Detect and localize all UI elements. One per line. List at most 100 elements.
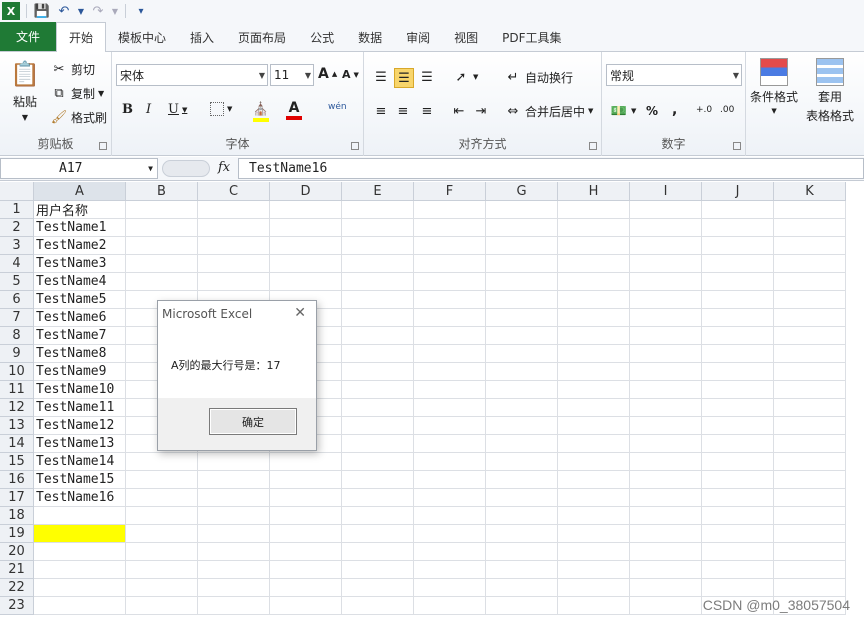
top-align-button[interactable]: ☰	[372, 68, 390, 86]
font-dialog-launcher-icon[interactable]	[351, 142, 359, 150]
cell-j5[interactable]	[702, 273, 774, 291]
cell-f7[interactable]	[414, 309, 486, 327]
cell-j1[interactable]	[702, 201, 774, 219]
cell-k1[interactable]	[774, 201, 846, 219]
row-header-9[interactable]: 9	[0, 345, 34, 363]
row-header-12[interactable]: 12	[0, 399, 34, 417]
cell-h21[interactable]	[558, 561, 630, 579]
align-center-button[interactable]: ≡	[394, 102, 412, 120]
cell-c23[interactable]	[198, 597, 270, 615]
cell-e21[interactable]	[342, 561, 414, 579]
cell-f23[interactable]	[414, 597, 486, 615]
redo-dropdown-icon[interactable]: ▼	[111, 2, 119, 20]
row-header-10[interactable]: 10	[0, 363, 34, 381]
cell-a9[interactable]: TestName8	[34, 345, 126, 363]
cell-i9[interactable]	[630, 345, 702, 363]
row-header-19[interactable]: 19	[0, 525, 34, 543]
wrap-text-button[interactable]: ↵ 自动换行	[504, 68, 573, 86]
cell-d16[interactable]	[270, 471, 342, 489]
row-header-14[interactable]: 14	[0, 435, 34, 453]
cell-k21[interactable]	[774, 561, 846, 579]
accounting-format-button[interactable]: 💵 ▼	[610, 102, 636, 120]
decrease-indent-button[interactable]: ⇤	[450, 102, 468, 120]
row-header-13[interactable]: 13	[0, 417, 34, 435]
cell-g21[interactable]	[486, 561, 558, 579]
tab-formulas[interactable]: 公式	[298, 23, 346, 51]
cell-e17[interactable]	[342, 489, 414, 507]
cell-i2[interactable]	[630, 219, 702, 237]
row-header-21[interactable]: 21	[0, 561, 34, 579]
font-name-select[interactable]: 宋体 ▼	[116, 64, 268, 86]
cell-c21[interactable]	[198, 561, 270, 579]
comma-button[interactable]: ,	[672, 102, 677, 118]
cell-j10[interactable]	[702, 363, 774, 381]
cell-e18[interactable]	[342, 507, 414, 525]
column-header-a[interactable]: A	[34, 182, 126, 201]
tab-review[interactable]: 审阅	[394, 23, 442, 51]
cell-g10[interactable]	[486, 363, 558, 381]
cell-i23[interactable]	[630, 597, 702, 615]
cell-j14[interactable]	[702, 435, 774, 453]
cell-h16[interactable]	[558, 471, 630, 489]
row-header-4[interactable]: 4	[0, 255, 34, 273]
cell-d23[interactable]	[270, 597, 342, 615]
cell-i10[interactable]	[630, 363, 702, 381]
cell-b23[interactable]	[126, 597, 198, 615]
cell-j13[interactable]	[702, 417, 774, 435]
fill-color-button[interactable]: ⛪	[252, 100, 270, 122]
cell-e5[interactable]	[342, 273, 414, 291]
cell-h10[interactable]	[558, 363, 630, 381]
cell-k9[interactable]	[774, 345, 846, 363]
cell-k17[interactable]	[774, 489, 846, 507]
name-box[interactable]: A17 ▼	[0, 158, 158, 179]
cell-b17[interactable]	[126, 489, 198, 507]
row-header-22[interactable]: 22	[0, 579, 34, 597]
cell-a7[interactable]: TestName6	[34, 309, 126, 327]
column-header-j[interactable]: J	[702, 182, 774, 201]
cell-g13[interactable]	[486, 417, 558, 435]
cell-f13[interactable]	[414, 417, 486, 435]
row-header-3[interactable]: 3	[0, 237, 34, 255]
cell-k6[interactable]	[774, 291, 846, 309]
cell-e16[interactable]	[342, 471, 414, 489]
cell-e9[interactable]	[342, 345, 414, 363]
cell-i12[interactable]	[630, 399, 702, 417]
cell-j20[interactable]	[702, 543, 774, 561]
cell-e8[interactable]	[342, 327, 414, 345]
cell-a16[interactable]: TestName15	[34, 471, 126, 489]
cell-g11[interactable]	[486, 381, 558, 399]
cell-j3[interactable]	[702, 237, 774, 255]
cell-h8[interactable]	[558, 327, 630, 345]
percent-button[interactable]: %	[646, 104, 658, 118]
row-header-5[interactable]: 5	[0, 273, 34, 291]
cell-f18[interactable]	[414, 507, 486, 525]
tab-template-center[interactable]: 模板中心	[106, 23, 178, 51]
cell-g4[interactable]	[486, 255, 558, 273]
cell-b1[interactable]	[126, 201, 198, 219]
cell-k13[interactable]	[774, 417, 846, 435]
row-header-11[interactable]: 11	[0, 381, 34, 399]
cell-j18[interactable]	[702, 507, 774, 525]
bold-button[interactable]: B	[122, 102, 133, 117]
cell-f15[interactable]	[414, 453, 486, 471]
cell-g22[interactable]	[486, 579, 558, 597]
cell-h3[interactable]	[558, 237, 630, 255]
cell-j21[interactable]	[702, 561, 774, 579]
row-header-1[interactable]: 1	[0, 201, 34, 219]
cell-e12[interactable]	[342, 399, 414, 417]
cell-a14[interactable]: TestName13	[34, 435, 126, 453]
cell-i5[interactable]	[630, 273, 702, 291]
cell-f14[interactable]	[414, 435, 486, 453]
row-header-17[interactable]: 17	[0, 489, 34, 507]
cell-e23[interactable]	[342, 597, 414, 615]
copy-button[interactable]: ⧉ 复制 ▼	[50, 84, 104, 102]
alignment-dialog-launcher-icon[interactable]	[589, 142, 597, 150]
cell-e19[interactable]	[342, 525, 414, 543]
cell-i18[interactable]	[630, 507, 702, 525]
cell-g7[interactable]	[486, 309, 558, 327]
cell-j7[interactable]	[702, 309, 774, 327]
formula-input[interactable]: TestName16	[238, 158, 864, 179]
cell-g14[interactable]	[486, 435, 558, 453]
row-header-15[interactable]: 15	[0, 453, 34, 471]
cell-f19[interactable]	[414, 525, 486, 543]
